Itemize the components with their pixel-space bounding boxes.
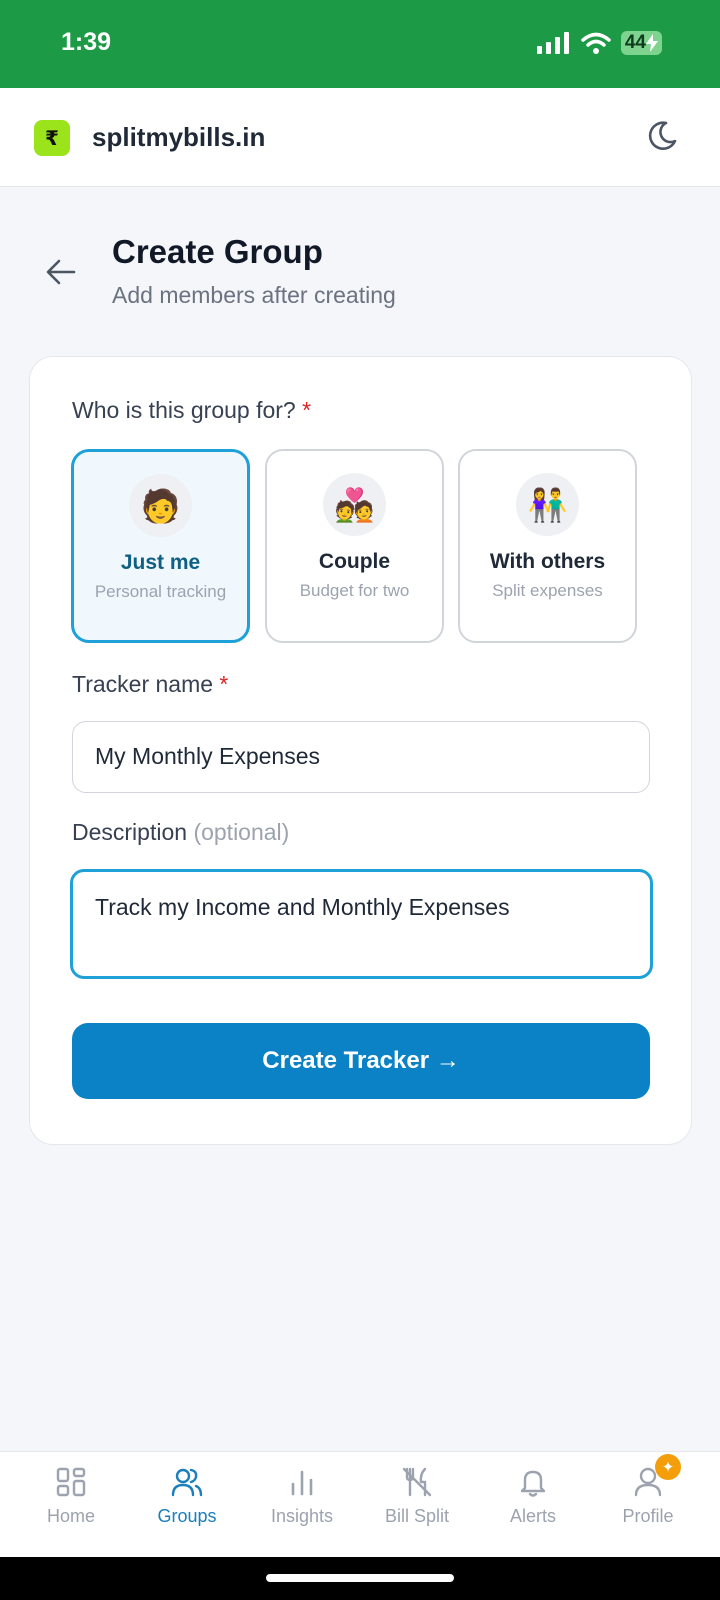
who-label-text: Who is this group for? — [72, 397, 296, 423]
description-textarea[interactable]: Track my Income and Monthly Expenses — [70, 869, 653, 979]
option-title: With others — [489, 550, 606, 573]
option-with-others[interactable]: 👫 With others Split expenses — [458, 449, 637, 643]
option-subtitle: Split expenses — [492, 581, 603, 600]
option-subtitle: Budget for two — [299, 581, 410, 600]
battery-indicator: 44 — [620, 31, 662, 55]
bottom-nav: Home Groups Insights Bill Split Alerts ✦… — [0, 1451, 720, 1557]
app-bar: ₹ splitmybills.in — [0, 88, 720, 187]
page-title: Create Group — [112, 233, 323, 270]
sparkle-badge-icon: ✦ — [655, 1454, 681, 1480]
nav-label: Bill Split — [384, 1506, 450, 1526]
option-title: Couple — [318, 550, 391, 573]
create-group-form: Who is this group for? * 🧑 Just me Perso… — [29, 356, 692, 1145]
nav-profile[interactable]: ✦ Profile — [593, 1454, 703, 1527]
description-label-text: Description — [72, 819, 188, 845]
home-indicator[interactable] — [266, 1574, 454, 1582]
nav-alerts[interactable]: Alerts — [478, 1466, 588, 1527]
tracker-name-label-text: Tracker name — [72, 671, 214, 697]
status-bar: 1:39 44 — [0, 0, 720, 88]
option-couple[interactable]: 💑 Couple Budget for two — [265, 449, 444, 643]
optional-hint: (optional) — [193, 819, 290, 845]
who-label: Who is this group for? * — [72, 397, 311, 424]
couple-emoji-icon: 💑 — [323, 473, 386, 536]
back-arrow-icon[interactable] — [44, 255, 78, 289]
utensils-off-icon — [402, 1467, 432, 1497]
tracker-name-label: Tracker name * — [72, 671, 228, 698]
nav-label: Alerts — [509, 1506, 556, 1526]
tracker-name-input[interactable]: My Monthly Expenses — [72, 721, 650, 793]
signal-icon — [536, 32, 569, 54]
bell-icon — [520, 1470, 546, 1497]
battery-level: 44 — [624, 32, 646, 53]
nav-label: Groups — [157, 1506, 217, 1526]
charging-icon — [646, 34, 658, 52]
nav-label: Insights — [270, 1506, 334, 1526]
nav-insights[interactable]: Insights — [247, 1466, 357, 1527]
option-title: Just me — [120, 551, 201, 574]
grid-icon — [56, 1467, 86, 1497]
status-icons: 44 — [536, 31, 662, 55]
app-logo: ₹ — [34, 120, 70, 156]
option-just-me[interactable]: 🧑 Just me Personal tracking — [71, 449, 250, 643]
page-subtitle: Add members after creating — [112, 282, 396, 308]
wifi-icon — [581, 32, 611, 54]
users-icon — [171, 1468, 203, 1497]
nav-groups[interactable]: Groups — [132, 1466, 242, 1527]
nav-label: Home — [46, 1506, 95, 1526]
nav-label: Profile — [622, 1506, 674, 1526]
status-time: 1:39 — [61, 28, 112, 56]
bar-chart-icon — [291, 1470, 313, 1496]
moon-icon[interactable] — [644, 118, 680, 154]
logo-rupee-symbol: ₹ — [45, 127, 59, 150]
option-subtitle: Personal tracking — [94, 582, 227, 601]
nav-bill-split[interactable]: Bill Split — [362, 1466, 472, 1527]
gesture-bar — [0, 1557, 720, 1600]
brand-name: splitmybills.in — [92, 122, 266, 152]
required-mark: * — [219, 671, 229, 697]
required-mark: * — [302, 397, 312, 423]
person-emoji-icon: 🧑 — [129, 474, 192, 537]
nav-home[interactable]: Home — [16, 1466, 126, 1527]
people-holding-hands-emoji-icon: 👫 — [516, 473, 579, 536]
create-tracker-button[interactable]: Create Tracker → — [72, 1023, 650, 1099]
description-label: Description (optional) — [72, 819, 289, 846]
